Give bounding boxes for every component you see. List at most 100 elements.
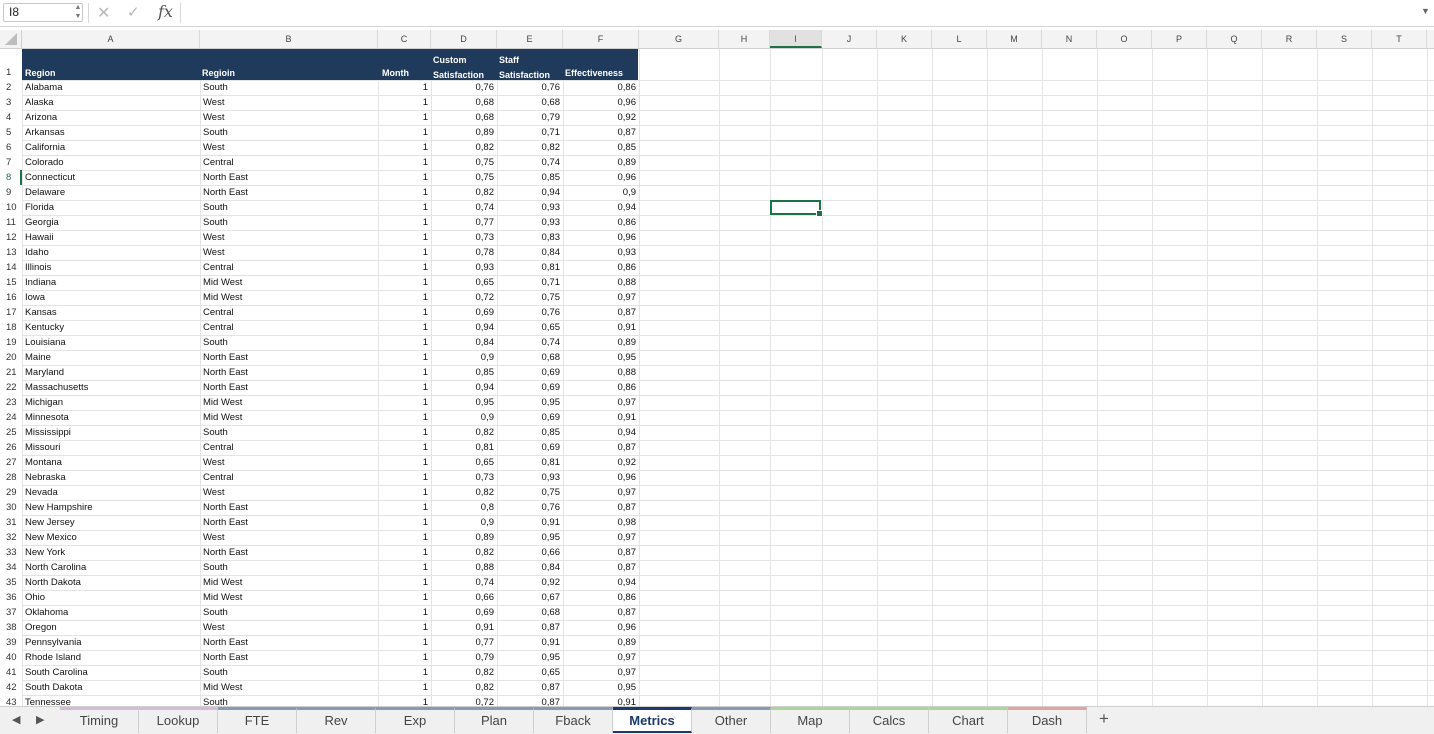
- cell-region[interactable]: Florida: [22, 200, 200, 215]
- cell-month[interactable]: 1: [378, 80, 431, 95]
- cell-staff-satisfaction[interactable]: 0,71: [497, 275, 563, 290]
- cell-custom-satisfaction[interactable]: 0,68: [431, 110, 497, 125]
- cell-regioin[interactable]: South: [200, 200, 378, 215]
- cell-regioin[interactable]: North East: [200, 545, 378, 560]
- sheet-tab-timing[interactable]: Timing: [60, 707, 139, 733]
- cell-custom-satisfaction[interactable]: 0,69: [431, 305, 497, 320]
- cell-custom-satisfaction[interactable]: 0,89: [431, 530, 497, 545]
- cell-custom-satisfaction[interactable]: 0,68: [431, 95, 497, 110]
- cell-month[interactable]: 1: [378, 200, 431, 215]
- column-header-n[interactable]: N: [1042, 30, 1097, 48]
- cell-region[interactable]: North Carolina: [22, 560, 200, 575]
- header-month[interactable]: Month: [378, 68, 409, 79]
- sheet-tab-exp[interactable]: Exp: [376, 707, 455, 733]
- cell-custom-satisfaction[interactable]: 0,72: [431, 695, 497, 706]
- column-header-r[interactable]: R: [1262, 30, 1317, 48]
- cell-effectiveness[interactable]: 0,86: [563, 215, 639, 230]
- cell-month[interactable]: 1: [378, 215, 431, 230]
- cell-regioin[interactable]: West: [200, 455, 378, 470]
- cell-region[interactable]: Connecticut: [22, 170, 200, 185]
- row-header-14[interactable]: 14: [0, 260, 22, 275]
- header-custom-satisfaction[interactable]: Custom Satisfaction: [433, 53, 499, 83]
- cell-month[interactable]: 1: [378, 605, 431, 620]
- cell-regioin[interactable]: North East: [200, 170, 378, 185]
- cell-region[interactable]: Colorado: [22, 155, 200, 170]
- cell-effectiveness[interactable]: 0,87: [563, 545, 639, 560]
- cell-region[interactable]: North Dakota: [22, 575, 200, 590]
- cell-staff-satisfaction[interactable]: 0,75: [497, 485, 563, 500]
- cell-month[interactable]: 1: [378, 260, 431, 275]
- row-header-18[interactable]: 18: [0, 320, 22, 335]
- column-header-q[interactable]: Q: [1207, 30, 1262, 48]
- cell-month[interactable]: 1: [378, 515, 431, 530]
- row-header-31[interactable]: 31: [0, 515, 22, 530]
- cell-region[interactable]: Alaska: [22, 95, 200, 110]
- cell-staff-satisfaction[interactable]: 0,87: [497, 680, 563, 695]
- cell-regioin[interactable]: West: [200, 140, 378, 155]
- cell-staff-satisfaction[interactable]: 0,68: [497, 605, 563, 620]
- column-header-a[interactable]: A: [22, 30, 200, 48]
- cell-month[interactable]: 1: [378, 635, 431, 650]
- cell-effectiveness[interactable]: 0,88: [563, 365, 639, 380]
- sheet-tab-chart[interactable]: Chart: [929, 707, 1008, 733]
- row-header-16[interactable]: 16: [0, 290, 22, 305]
- sheet-tab-fte[interactable]: FTE: [218, 707, 297, 733]
- header-effectiveness[interactable]: Effectiveness: [565, 68, 635, 79]
- row-header-37[interactable]: 37: [0, 605, 22, 620]
- cell-region[interactable]: Maryland: [22, 365, 200, 380]
- cell-month[interactable]: 1: [378, 230, 431, 245]
- cell-regioin[interactable]: West: [200, 110, 378, 125]
- row-header-6[interactable]: 6: [0, 140, 22, 155]
- cell-region[interactable]: Oregon: [22, 620, 200, 635]
- cell-custom-satisfaction[interactable]: 0,82: [431, 680, 497, 695]
- sheet-tab-lookup[interactable]: Lookup: [139, 707, 218, 733]
- cell-effectiveness[interactable]: 0,92: [563, 110, 639, 125]
- sheet-tab-dash[interactable]: Dash: [1008, 707, 1087, 733]
- cell-effectiveness[interactable]: 0,87: [563, 500, 639, 515]
- cell-region[interactable]: South Carolina: [22, 665, 200, 680]
- sheet-tab-rev[interactable]: Rev: [297, 707, 376, 733]
- cell-regioin[interactable]: Mid West: [200, 590, 378, 605]
- row-header-24[interactable]: 24: [0, 410, 22, 425]
- prev-sheet-icon[interactable]: ◀: [12, 713, 20, 726]
- cell-regioin[interactable]: South: [200, 665, 378, 680]
- cell-region[interactable]: Hawaii: [22, 230, 200, 245]
- cell-region[interactable]: Rhode Island: [22, 650, 200, 665]
- cell-custom-satisfaction[interactable]: 0,82: [431, 185, 497, 200]
- cell-month[interactable]: 1: [378, 695, 431, 706]
- cell-month[interactable]: 1: [378, 305, 431, 320]
- cell-regioin[interactable]: North East: [200, 380, 378, 395]
- cell-region[interactable]: Missouri: [22, 440, 200, 455]
- header-staff-satisfaction[interactable]: Staff Satisfaction: [499, 53, 565, 83]
- cell-effectiveness[interactable]: 0,95: [563, 680, 639, 695]
- cell-month[interactable]: 1: [378, 395, 431, 410]
- row-header-30[interactable]: 30: [0, 500, 22, 515]
- cell-effectiveness[interactable]: 0,86: [563, 80, 639, 95]
- cell-regioin[interactable]: West: [200, 245, 378, 260]
- cell-custom-satisfaction[interactable]: 0,65: [431, 455, 497, 470]
- sheet-tab-map[interactable]: Map: [771, 707, 850, 733]
- cell-month[interactable]: 1: [378, 95, 431, 110]
- cell-staff-satisfaction[interactable]: 0,65: [497, 665, 563, 680]
- cell-staff-satisfaction[interactable]: 0,87: [497, 620, 563, 635]
- cell-region[interactable]: New York: [22, 545, 200, 560]
- cell-regioin[interactable]: Mid West: [200, 680, 378, 695]
- cell-effectiveness[interactable]: 0,87: [563, 125, 639, 140]
- cell-region[interactable]: Illinois: [22, 260, 200, 275]
- cell-regioin[interactable]: North East: [200, 635, 378, 650]
- sheet-tab-fback[interactable]: Fback: [534, 707, 613, 733]
- row-header-3[interactable]: 3: [0, 95, 22, 110]
- cell-regioin[interactable]: South: [200, 695, 378, 706]
- cell-month[interactable]: 1: [378, 500, 431, 515]
- row-header-40[interactable]: 40: [0, 650, 22, 665]
- cell-regioin[interactable]: Central: [200, 440, 378, 455]
- cell-custom-satisfaction[interactable]: 0,94: [431, 380, 497, 395]
- cell-staff-satisfaction[interactable]: 0,66: [497, 545, 563, 560]
- cell-region[interactable]: Nebraska: [22, 470, 200, 485]
- cell-staff-satisfaction[interactable]: 0,69: [497, 440, 563, 455]
- cell-region[interactable]: California: [22, 140, 200, 155]
- cell-staff-satisfaction[interactable]: 0,65: [497, 320, 563, 335]
- cell-month[interactable]: 1: [378, 575, 431, 590]
- cell-regioin[interactable]: Central: [200, 305, 378, 320]
- cell-effectiveness[interactable]: 0,94: [563, 575, 639, 590]
